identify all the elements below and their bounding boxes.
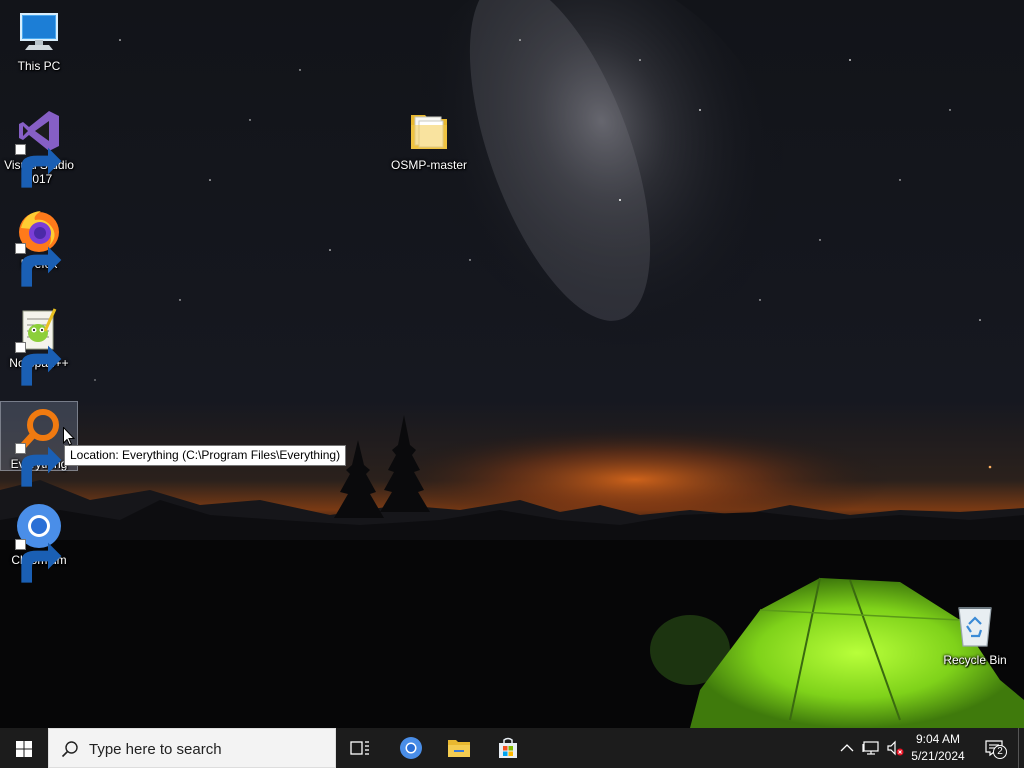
computer-icon	[15, 8, 63, 56]
clock-time: 9:04 AM	[915, 732, 961, 746]
taskbar-chromium-button[interactable]	[387, 728, 435, 768]
search-input[interactable]	[89, 738, 319, 760]
desktop-icon-visual-studio[interactable]: Visual Studio 2017	[1, 103, 77, 188]
chevron-up-icon[interactable]	[838, 739, 856, 757]
store-icon	[499, 737, 517, 758]
shortcut-arrow-icon	[15, 539, 62, 583]
clock-date: 5/21/2024	[911, 749, 965, 763]
task-view-button[interactable]	[336, 728, 384, 768]
desktop-icon-osmp-master[interactable]: OSMP-master	[391, 103, 467, 172]
notepad-plus-plus-icon	[15, 305, 63, 386]
windows-logo-icon	[16, 741, 32, 757]
desktop-icon-chromium[interactable]: Chromium	[1, 498, 77, 583]
shortcut-arrow-icon	[15, 443, 62, 487]
desktop-icon-label: Recycle Bin	[943, 653, 1007, 667]
desktop-wallpaper	[0, 0, 1024, 728]
icon-tooltip: Location: Everything (C:\Program Files\E…	[64, 445, 347, 466]
chromium-icon	[15, 502, 63, 583]
network-icon[interactable]	[862, 739, 880, 757]
shortcut-arrow-icon	[15, 144, 62, 188]
taskbar-search-box[interactable]	[48, 728, 336, 768]
taskbar-clock[interactable]: 9:04 AM 5/21/2024	[906, 728, 970, 768]
folder-icon	[405, 107, 453, 155]
everything-search-icon	[15, 406, 63, 487]
shortcut-arrow-icon	[15, 342, 62, 386]
folder-icon	[448, 740, 470, 757]
visual-studio-icon	[15, 107, 63, 188]
firefox-icon	[15, 206, 63, 287]
recycle-bin-icon	[951, 602, 999, 650]
desktop-icon-notepad-plus-plus[interactable]: Notepad++	[1, 301, 77, 386]
start-button[interactable]	[0, 728, 48, 768]
desktop-icon-label: OSMP-master	[391, 158, 468, 172]
desktop-icon-firefox[interactable]: Firefox	[1, 202, 77, 287]
shortcut-arrow-icon	[15, 243, 62, 287]
notification-count-badge: 2	[993, 745, 1007, 759]
chromium-icon	[400, 737, 422, 759]
taskbar-file-explorer-button[interactable]	[435, 728, 483, 768]
desktop-icon-label: This PC	[17, 59, 61, 73]
search-icon	[61, 741, 78, 758]
taskbar: 9:04 AM 5/21/2024 2	[0, 728, 1024, 768]
show-desktop-button[interactable]	[1018, 728, 1024, 768]
volume-muted-icon[interactable]	[886, 739, 904, 757]
task-view-icon	[350, 741, 369, 755]
mouse-cursor-icon	[63, 427, 75, 446]
desktop-icon-this-pc[interactable]: This PC	[1, 4, 77, 73]
taskbar-store-button[interactable]	[484, 728, 532, 768]
action-center-button[interactable]: 2	[976, 728, 1016, 768]
desktop-icon-recycle-bin[interactable]: Recycle Bin	[937, 598, 1013, 667]
